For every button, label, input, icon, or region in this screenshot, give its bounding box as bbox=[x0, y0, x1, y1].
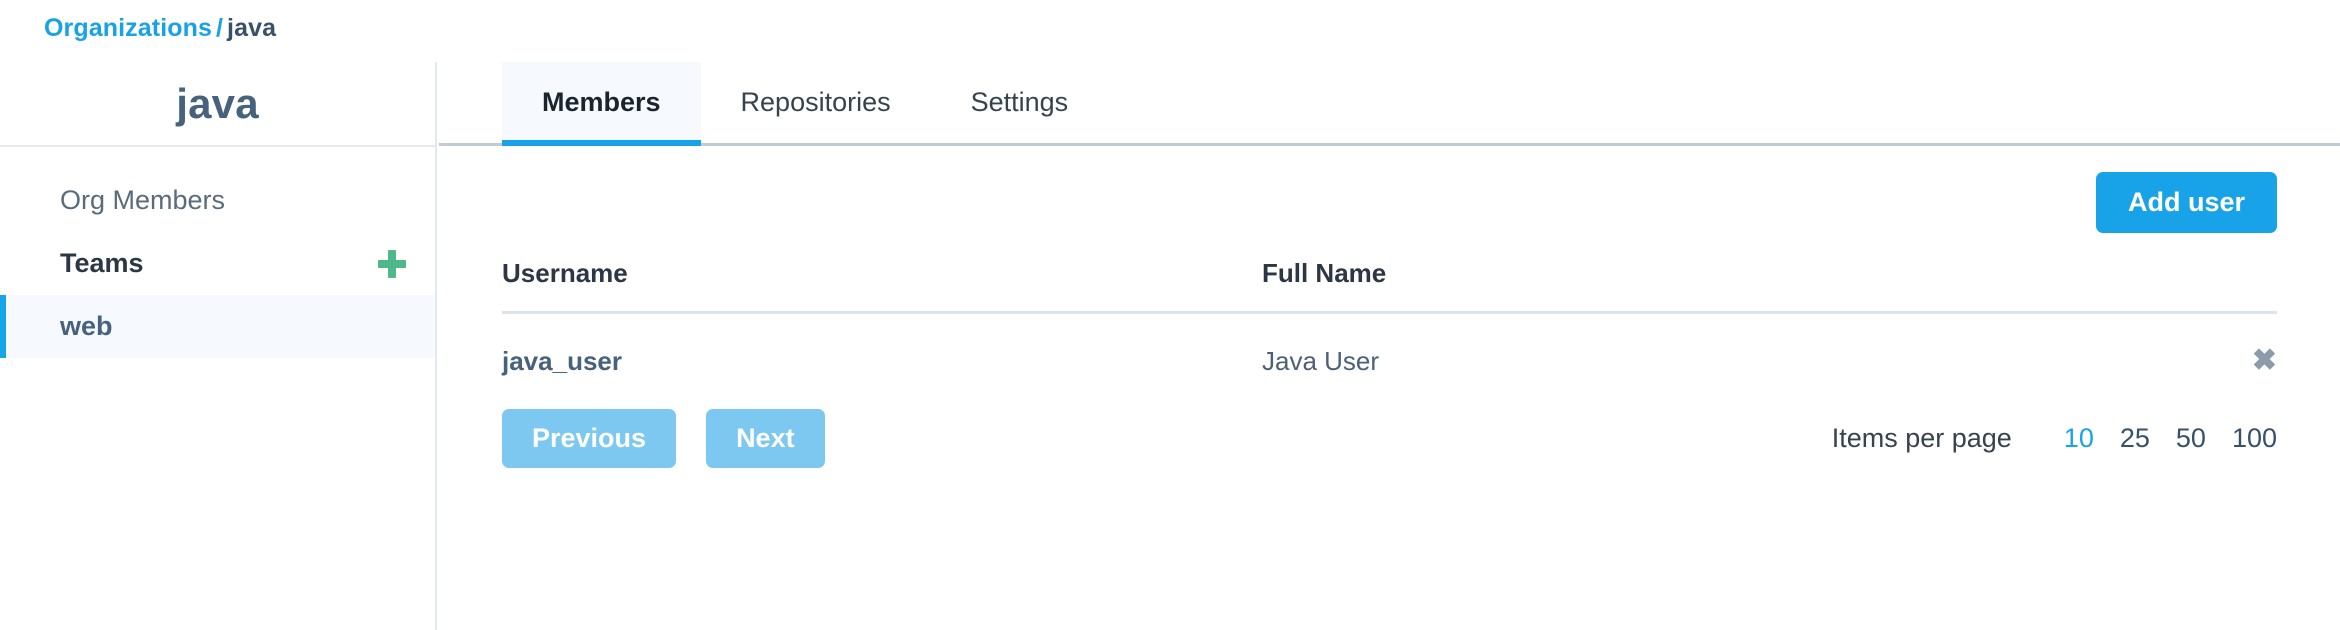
column-header-full-name: Full Name bbox=[1262, 258, 2207, 314]
tab-repositories[interactable]: Repositories bbox=[701, 62, 931, 143]
tab-label: Settings bbox=[970, 87, 1069, 117]
breadcrumb-current-java: java bbox=[227, 14, 277, 42]
sidebar-nav: Org Members Teams web bbox=[0, 147, 435, 358]
sidebar-item-web[interactable]: web bbox=[0, 295, 435, 358]
cell-actions: ✖ bbox=[2207, 313, 2277, 388]
plus-icon[interactable] bbox=[377, 249, 407, 279]
organization-page: Organizations / java java Org Members Team… bbox=[0, 0, 2340, 630]
pagination: Previous Next Items per page 10 25 50 10… bbox=[502, 409, 2277, 468]
action-bar: Add user bbox=[502, 146, 2277, 258]
members-table-head: Username Full Name bbox=[502, 258, 2277, 314]
sidebar-item-org-members[interactable]: Org Members bbox=[0, 169, 435, 232]
main-content: Members Repositories Settings Add user U… bbox=[439, 62, 2340, 630]
breadcrumb: Organizations / java bbox=[44, 14, 276, 43]
cell-full-name: Java User bbox=[1262, 346, 1380, 376]
sidebar-item-label: Org Members bbox=[60, 185, 226, 215]
items-per-page-option-25[interactable]: 25 bbox=[2120, 423, 2150, 454]
remove-member-icon[interactable]: ✖ bbox=[2252, 346, 2277, 376]
sidebar-item-label: Teams bbox=[60, 248, 144, 278]
items-per-page: Items per page 10 25 50 100 bbox=[1832, 423, 2277, 454]
tab-settings[interactable]: Settings bbox=[931, 62, 1109, 143]
sidebar-item-label: web bbox=[60, 311, 113, 341]
sidebar: java Org Members Teams web bbox=[0, 62, 437, 630]
breadcrumb-separator: / bbox=[216, 14, 224, 42]
items-per-page-option-50[interactable]: 50 bbox=[2176, 423, 2206, 454]
tab-bar: Members Repositories Settings bbox=[439, 62, 2340, 146]
items-per-page-label: Items per page bbox=[1831, 423, 2012, 453]
table-row: java_user Java User ✖ bbox=[502, 313, 2277, 388]
org-title: java bbox=[176, 79, 259, 127]
breadcrumb-link-organizations[interactable]: Organizations bbox=[44, 14, 212, 42]
previous-page-button[interactable]: Previous bbox=[502, 409, 677, 468]
column-header-username: Username bbox=[502, 258, 1262, 314]
members-panel: Add user Username Full Name java_user Ja… bbox=[439, 146, 2340, 468]
tab-label: Repositories bbox=[740, 87, 891, 117]
items-per-page-option-100[interactable]: 100 bbox=[2232, 423, 2277, 454]
sidebar-item-teams[interactable]: Teams bbox=[0, 232, 435, 295]
members-table-body: java_user Java User ✖ bbox=[502, 313, 2277, 388]
items-per-page-option-10[interactable]: 10 bbox=[2064, 423, 2094, 454]
column-header-actions bbox=[2207, 258, 2277, 314]
table-header-row: Username Full Name bbox=[502, 258, 2277, 314]
cell-username: java_user bbox=[502, 346, 622, 376]
members-table: Username Full Name java_user Java User ✖ bbox=[502, 258, 2277, 387]
add-user-button[interactable]: Add user bbox=[2095, 171, 2277, 233]
tab-members[interactable]: Members bbox=[502, 62, 701, 146]
next-page-button[interactable]: Next bbox=[706, 409, 825, 468]
tab-label: Members bbox=[542, 87, 661, 117]
sidebar-header: java bbox=[0, 62, 435, 147]
tab-list: Members Repositories Settings bbox=[439, 62, 2340, 146]
